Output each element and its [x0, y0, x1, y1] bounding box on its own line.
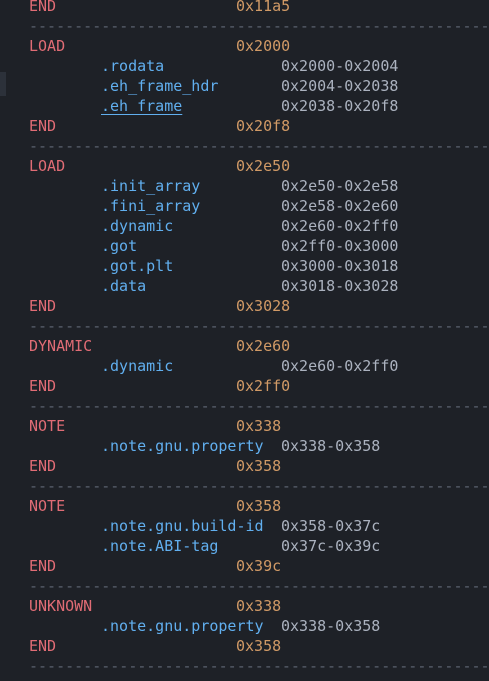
segment-address: 0x2e60 [236, 337, 291, 355]
section-name: .got.plt [101, 257, 174, 275]
section-range: 0x3000-0x3018 [281, 257, 399, 275]
section-line: .got 0x2ff0-0x3000 [0, 236, 489, 256]
section-range: 0x2e60-0x2ff0 [281, 357, 399, 375]
section-line: .dynamic 0x2e60-0x2ff0 [0, 216, 489, 236]
section-range: 0x2ff0-0x3000 [281, 237, 399, 255]
separator-text: ----------------------------------------… [29, 397, 489, 415]
section-line: .data 0x3018-0x3028 [0, 276, 489, 296]
segment-address: 0x3028 [236, 297, 291, 315]
segment-address: 0x358 [236, 457, 282, 475]
end-keyword: END [29, 637, 57, 655]
separator-line: ----------------------------------------… [0, 576, 489, 596]
segment-end-line: END 0x39c [0, 556, 489, 576]
segment-header-line: UNKNOWN 0x338 [0, 596, 489, 616]
segment-end-line: END 0x11a5 [0, 0, 489, 16]
segment-header-line: NOTE 0x338 [0, 416, 489, 436]
separator-text: ----------------------------------------… [29, 477, 489, 495]
section-name: .note.gnu.property [101, 617, 264, 635]
section-name: .dynamic [101, 217, 174, 235]
section-range: 0x2038-0x20f8 [281, 97, 399, 115]
segment-end-line: END 0x358 [0, 636, 489, 656]
separator-line: ----------------------------------------… [0, 316, 489, 336]
section-line: .got.plt 0x3000-0x3018 [0, 256, 489, 276]
separator-line: ----------------------------------------… [0, 16, 489, 36]
segment-end-line: END 0x358 [0, 456, 489, 476]
section-line: .note.gnu.property 0x338-0x358 [0, 436, 489, 456]
end-keyword: END [29, 457, 57, 475]
section-range: 0x2e60-0x2ff0 [281, 217, 399, 235]
end-keyword: END [29, 0, 57, 15]
segment-header-line: NOTE 0x358 [0, 496, 489, 516]
segment-address: 0x338 [236, 417, 282, 435]
segment-type: NOTE [29, 417, 66, 435]
section-range: 0x2e50-0x2e58 [281, 177, 399, 195]
separator-text: ----------------------------------------… [29, 137, 489, 155]
section-line: .eh_frame_hdr 0x2004-0x2038 [0, 76, 489, 96]
separator-line: ----------------------------------------… [0, 136, 489, 156]
segment-type: DYNAMIC [29, 337, 93, 355]
section-name: .data [101, 277, 147, 295]
section-range: 0x2000-0x2004 [281, 57, 399, 75]
section-range: 0x338-0x358 [281, 437, 381, 455]
segment-type: NOTE [29, 497, 66, 515]
separator-text: ----------------------------------------… [29, 17, 489, 35]
section-range: 0x2004-0x2038 [281, 77, 399, 95]
segment-address: 0x20f8 [236, 117, 291, 135]
section-name: .dynamic [101, 357, 174, 375]
section-name: .init_array [101, 177, 201, 195]
section-line: .fini_array 0x2e58-0x2e60 [0, 196, 489, 216]
segment-header-line: LOAD 0x2e50 [0, 156, 489, 176]
section-range: 0x358-0x37c [281, 517, 381, 535]
section-line: .init_array 0x2e50-0x2e58 [0, 176, 489, 196]
segment-end-line: END 0x2ff0 [0, 376, 489, 396]
separator-line: ----------------------------------------… [0, 656, 489, 676]
end-keyword: END [29, 117, 57, 135]
end-keyword: END [29, 557, 57, 575]
segment-type: LOAD [29, 157, 66, 175]
separator-line: ----------------------------------------… [0, 396, 489, 416]
section-range: 0x2e58-0x2e60 [281, 197, 399, 215]
section-name: .eh_frame [101, 97, 183, 115]
segment-type: LOAD [29, 37, 66, 55]
section-line: .rodata 0x2000-0x2004 [0, 56, 489, 76]
segment-type: UNKNOWN [29, 597, 93, 615]
segment-address: 0x39c [236, 557, 282, 575]
segment-address: 0x2ff0 [236, 377, 291, 395]
section-line: .eh_frame 0x2038-0x20f8 [0, 96, 489, 116]
segment-address: 0x2e50 [236, 157, 291, 175]
segment-address: 0x358 [236, 497, 282, 515]
section-line: .dynamic 0x2e60-0x2ff0 [0, 356, 489, 376]
end-keyword: END [29, 377, 57, 395]
separator-text: ----------------------------------------… [29, 317, 489, 335]
section-range: 0x3018-0x3028 [281, 277, 399, 295]
end-keyword: END [29, 297, 57, 315]
segment-address: 0x338 [236, 597, 282, 615]
segment-address: 0x358 [236, 637, 282, 655]
section-range: 0x37c-0x39c [281, 537, 381, 555]
section-line: .note.gnu.property 0x338-0x358 [0, 616, 489, 636]
section-name: .note.gnu.property [101, 437, 264, 455]
section-name: .note.ABI-tag [101, 537, 219, 555]
section-name: .note.gnu.build-id [101, 517, 264, 535]
section-name: .eh_frame_hdr [101, 77, 219, 95]
section-range: 0x338-0x358 [281, 617, 381, 635]
segment-address: 0x2000 [236, 37, 291, 55]
segment-end-line: END 0x3028 [0, 296, 489, 316]
section-name: .fini_array [101, 197, 201, 215]
segment-header-line: LOAD 0x2000 [0, 36, 489, 56]
separator-line: ----------------------------------------… [0, 476, 489, 496]
segment-address: 0x11a5 [236, 0, 291, 15]
separator-text: ----------------------------------------… [29, 657, 489, 675]
section-line: .note.gnu.build-id 0x358-0x37c [0, 516, 489, 536]
separator-text: ----------------------------------------… [29, 577, 489, 595]
section-line: .note.ABI-tag 0x37c-0x39c [0, 536, 489, 556]
segment-header-line: DYNAMIC 0x2e60 [0, 336, 489, 356]
section-name: .rodata [101, 57, 165, 75]
segment-end-line: END 0x20f8 [0, 116, 489, 136]
section-name: .got [101, 237, 138, 255]
